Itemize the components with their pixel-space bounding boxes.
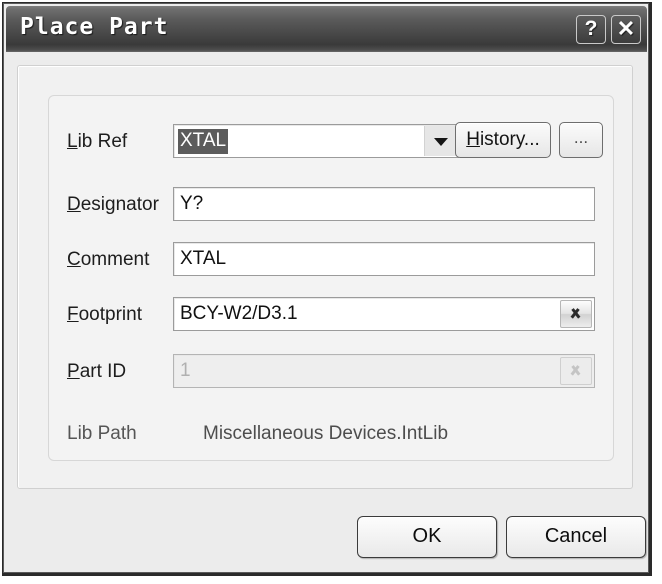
part-id-label: Part ID [67,361,126,383]
comment-label: Comment [67,249,149,271]
window-title: Place Part [20,14,168,40]
designator-label-accel: D [67,194,81,215]
field-row-part-id: Part ID 1 [49,354,613,388]
chevron-down-icon [434,138,448,146]
comment-label-rest: omment [81,249,150,270]
designator-input[interactable]: Y? [173,187,595,221]
lib-ref-combobox[interactable]: XTAL [173,124,459,158]
designator-label: Designator [67,194,159,216]
chevron-down-icon [570,309,581,320]
part-id-label-rest: art ID [80,361,126,382]
lib-path-value: Miscellaneous Devices.IntLib [203,423,448,445]
cancel-button[interactable]: Cancel [506,516,646,558]
comment-value: XTAL [180,248,226,270]
history-button-accel: H [466,129,480,150]
footprint-label: Footprint [67,304,142,326]
footprint-combobox[interactable]: BCY-W2/D3.1 [173,297,595,331]
designator-label-rest: esignator [81,194,159,215]
lib-path-label: Lib Path [67,423,137,445]
footprint-label-rest: ootprint [79,304,142,325]
designator-value: Y? [180,193,203,215]
place-part-dialog: Place Part ? ✕ Lib Ref XTAL Designator Y… [2,2,652,576]
field-row-comment: Comment XTAL [49,242,613,276]
lib-ref-label-rest: ib Ref [78,131,128,152]
lib-ref-value: XTAL [178,129,228,154]
history-button-rest: istory... [480,129,540,150]
field-row-footprint: Footprint BCY-W2/D3.1 [49,297,613,331]
ok-button[interactable]: OK [357,516,497,558]
lib-ref-label-accel: L [67,131,78,152]
lib-ref-label: Lib Ref [67,131,127,153]
comment-label-accel: C [67,249,81,270]
part-id-value: 1 [180,360,191,382]
field-row-designator: Designator Y? [49,187,613,221]
lib-ref-dropdown-button[interactable] [424,126,457,156]
history-button[interactable]: History... [455,122,551,158]
comment-input[interactable]: XTAL [173,242,595,276]
chevron-down-icon [570,366,581,377]
close-icon[interactable]: ✕ [611,15,641,44]
part-id-dropdown-button [560,357,592,385]
browse-button[interactable]: ... [559,122,603,158]
field-row-lib-path: Lib Path Miscellaneous Devices.IntLib [49,416,613,450]
part-id-combobox: 1 [173,354,595,388]
part-id-label-accel: P [67,361,80,382]
footprint-dropdown-button[interactable] [560,300,592,328]
footprint-label-accel: F [67,304,79,325]
footprint-value: BCY-W2/D3.1 [180,303,298,325]
title-bar: Place Part ? ✕ [6,6,647,52]
help-icon[interactable]: ? [576,15,606,44]
